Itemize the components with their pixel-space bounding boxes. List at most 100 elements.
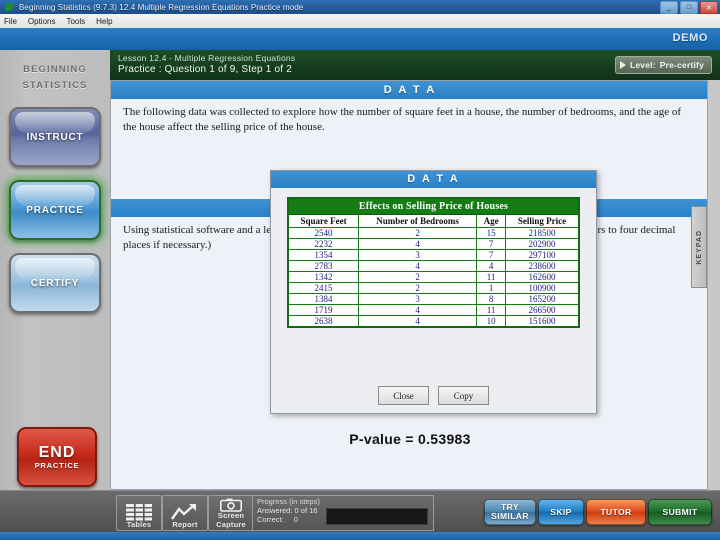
close-button[interactable]: ✕ (700, 1, 718, 14)
window-controls: _ □ ✕ (660, 1, 718, 14)
app-icon (3, 2, 15, 13)
cell-bedrooms: 2 (358, 227, 478, 239)
cell-bedrooms: 4 (358, 304, 478, 316)
minimize-button[interactable]: _ (660, 1, 678, 14)
correct-value: 0 (293, 515, 298, 524)
window-title: Beginning Statistics (9.7.3) 12.4 Multip… (19, 2, 304, 12)
camera-icon (220, 498, 242, 512)
lesson-header: Lesson 12.4 - Multiple Regression Equati… (110, 50, 720, 80)
column-header-square-feet: Square Feet (287, 214, 360, 228)
table-icon (126, 504, 152, 521)
level-value: Pre-certify (659, 60, 704, 70)
keypad-tab-label: KEYPAD (695, 229, 703, 265)
table-row: 1354 3 7 297100 (287, 249, 580, 261)
answered-label: Answered: (257, 506, 293, 515)
cell-square-feet: 2783 (287, 260, 360, 272)
table-caption: Effects on Selling Price of Houses (287, 197, 580, 215)
data-table-wrapper: Effects on Selling Price of Houses Squar… (271, 188, 596, 328)
table-row: 2540 2 15 218500 (287, 227, 580, 239)
tutor-button[interactable]: TUTOR (586, 499, 646, 525)
cell-square-feet: 2540 (287, 227, 360, 239)
tables-button[interactable]: Tables (116, 495, 162, 531)
cell-bedrooms: 2 (358, 282, 478, 294)
cell-square-feet: 1354 (287, 249, 360, 261)
bottom-toolbar: Tables Report Screen Capture Progress (i… (0, 490, 720, 533)
left-sidebar: BEGINNING STATISTICS INSTRUCT PRACTICE C… (0, 50, 111, 490)
end-practice-title: END (38, 444, 76, 461)
cell-selling-price: 165200 (505, 293, 580, 305)
bottom-blue-strip (0, 532, 720, 540)
cell-square-feet: 1342 (287, 271, 360, 283)
answered-value: 0 of 16 (294, 506, 318, 515)
cell-age: 11 (476, 304, 507, 316)
table-row: 2232 4 7 202900 (287, 238, 580, 250)
p-value-result: P-value = 0.53983 (349, 431, 471, 447)
skip-button[interactable]: SKIP (538, 499, 584, 525)
cell-selling-price: 162600 (505, 271, 580, 283)
data-table: Effects on Selling Price of Houses Squar… (287, 197, 580, 328)
screen-capture-button[interactable]: Screen Capture (208, 495, 254, 531)
cell-bedrooms: 3 (358, 249, 478, 261)
data-table-body: 2540 2 15 218500 2232 4 7 202900 1354 3 (287, 227, 580, 328)
table-caption-row: Effects on Selling Price of Houses (287, 197, 580, 215)
lesson-title: Lesson 12.4 - Multiple Regression Equati… (118, 53, 296, 63)
question-paragraph-1: The following data was collected to expl… (123, 106, 682, 133)
table-row: 1719 4 11 266500 (287, 304, 580, 316)
application-window: Beginning Statistics (9.7.3) 12.4 Multip… (0, 0, 720, 540)
menu-item-tools[interactable]: Tools (66, 17, 85, 26)
sidebar-item-instruct[interactable]: INSTRUCT (9, 107, 101, 167)
cell-square-feet: 1719 (287, 304, 360, 316)
sidebar-item-certify[interactable]: CERTIFY (9, 253, 101, 313)
column-header-age: Age (476, 214, 507, 228)
data-dialog: D A T A Effects on Selling Price of Hous… (270, 170, 597, 414)
tables-button-label: Tables (126, 520, 152, 529)
progress-bar (326, 508, 428, 525)
level-selector[interactable]: Level: Pre-certify (614, 56, 712, 74)
table-row: 1342 2 11 162600 (287, 271, 580, 283)
close-dialog-button[interactable]: Close (378, 386, 429, 405)
sidebar-item-instruct-label: INSTRUCT (26, 131, 84, 143)
sidebar-item-practice[interactable]: PRACTICE (9, 180, 101, 240)
menu-bar: File Options Tools Help (0, 14, 720, 29)
brand-line-1: BEGINNING (23, 64, 87, 75)
data-dialog-title: D A T A (271, 171, 596, 188)
try-similar-button[interactable]: TRY SIMILAR (484, 499, 536, 525)
correct-label: Correct: (257, 515, 284, 524)
submit-button[interactable]: SUBMIT (648, 499, 712, 525)
menu-item-options[interactable]: Options (28, 17, 56, 26)
table-row: 2638 4 10 151600 (287, 315, 580, 328)
end-practice-subtitle: PRACTICE (34, 461, 80, 470)
cell-square-feet: 1384 (287, 293, 360, 305)
cell-bedrooms: 4 (358, 260, 478, 272)
cell-bedrooms: 4 (358, 238, 478, 250)
screen-capture-label-2: Capture (216, 520, 246, 529)
report-button[interactable]: Report (162, 495, 208, 531)
keypad-tab[interactable]: KEYPAD (691, 206, 707, 288)
cell-selling-price: 100900 (505, 282, 580, 294)
end-practice-button[interactable]: END PRACTICE (17, 427, 97, 487)
play-triangle-icon (619, 61, 626, 69)
cell-square-feet: 2638 (287, 315, 360, 328)
copy-data-button[interactable]: Copy (438, 386, 489, 405)
progress-panel: Progress (in steps) Answered: 0 of 16 Co… (252, 495, 434, 531)
table-header-row: Square Feet Number of Bedrooms Age Selli… (287, 214, 580, 228)
demo-badge: DEMO (672, 32, 708, 44)
table-row: 2415 2 1 100900 (287, 282, 580, 294)
cell-selling-price: 218500 (505, 227, 580, 239)
menu-item-help[interactable]: Help (96, 17, 112, 26)
sidebar-item-certify-label: CERTIFY (30, 277, 80, 289)
cell-square-feet: 2232 (287, 238, 360, 250)
cell-square-feet: 2415 (287, 282, 360, 294)
data-section-title-top: D A T A (383, 84, 437, 96)
cell-age: 15 (476, 227, 507, 239)
cell-bedrooms: 3 (358, 293, 478, 305)
cell-age: 1 (476, 282, 507, 294)
table-row: 1384 3 8 165200 (287, 293, 580, 305)
table-row: 2783 4 4 238600 (287, 260, 580, 272)
maximize-button[interactable]: □ (680, 1, 698, 14)
progress-title: Progress (in steps) (257, 497, 320, 506)
cell-age: 10 (476, 315, 507, 328)
brand-title: BEGINNING STATISTICS (0, 50, 110, 94)
menu-item-file[interactable]: File (4, 17, 17, 26)
column-header-bedrooms: Number of Bedrooms (358, 214, 478, 228)
